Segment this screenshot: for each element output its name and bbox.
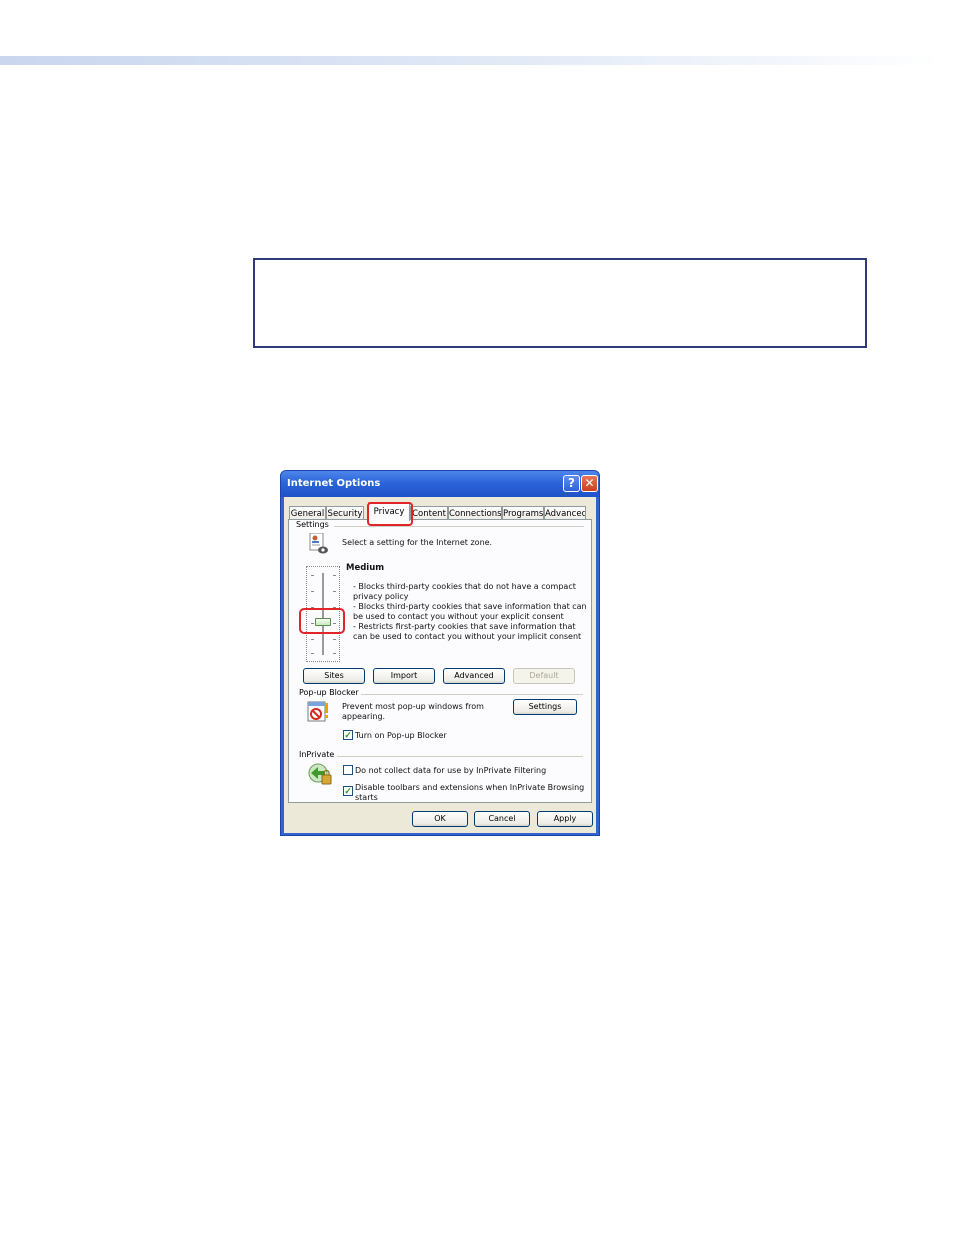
ok-button[interactable]: OK xyxy=(412,811,468,827)
tab-advanced[interactable]: Advanced xyxy=(544,506,586,520)
popup-blocker-label: Turn on Pop-up Blocker xyxy=(355,731,447,740)
header-gradient-band xyxy=(0,56,940,65)
privacy-certificate-icon xyxy=(309,532,329,555)
popup-group-label: Pop-up Blocker xyxy=(299,688,359,697)
tab-connections[interactable]: Connections xyxy=(448,506,502,520)
privacy-description: - Blocks third-party cookies that do not… xyxy=(353,582,587,642)
disable-toolbars-checkbox[interactable]: ✓ xyxy=(343,786,353,796)
inprivate-icon xyxy=(307,762,333,786)
inprivate-filtering-label: Do not collect data for use by InPrivate… xyxy=(355,766,547,775)
cancel-button[interactable]: Cancel xyxy=(474,811,530,827)
tab-general[interactable]: General xyxy=(289,506,326,520)
title-bar[interactable]: Internet Options ? ✕ xyxy=(281,471,599,497)
disable-toolbars-label: Disable toolbars and extensions when InP… xyxy=(355,783,584,803)
popup-settings-button[interactable]: Settings xyxy=(513,699,577,715)
privacy-tab-highlight xyxy=(367,502,413,526)
inprivate-group-label: InPrivate xyxy=(299,750,335,759)
desc-line: be used to contact you without your expl… xyxy=(353,612,564,621)
import-button[interactable]: Import xyxy=(373,668,435,684)
slider-tick xyxy=(333,591,336,592)
slider-tick xyxy=(333,575,336,576)
popup-description: Prevent most pop-up windows from appeari… xyxy=(342,702,484,722)
settings-group-line xyxy=(334,526,584,527)
apply-button[interactable]: Apply xyxy=(537,811,593,827)
help-button[interactable]: ? xyxy=(563,475,580,492)
internet-options-dialog: Internet Options ? ✕ General Security Pr… xyxy=(280,470,600,836)
privacy-panel: Settings Select a setting for the Intern… xyxy=(288,519,592,803)
inprivate-filtering-checkbox[interactable] xyxy=(343,765,353,775)
desc-line: appearing. xyxy=(342,712,386,721)
default-button[interactable]: Default xyxy=(513,668,575,684)
desc-line: can be used to contact you without your … xyxy=(353,632,582,641)
note-box xyxy=(253,258,867,348)
slider-thumb-highlight xyxy=(299,608,345,634)
privacy-level-title: Medium xyxy=(346,563,385,573)
inprivate-group-line xyxy=(337,756,583,757)
tab-content[interactable]: Content xyxy=(410,506,448,520)
desc-line: - Blocks third-party cookies that do not… xyxy=(353,582,576,591)
slider-tick xyxy=(311,575,314,576)
desc-line: - Restricts first-party cookies that sav… xyxy=(353,622,576,631)
slider-tick xyxy=(333,653,336,654)
desc-line: starts xyxy=(355,793,378,802)
tab-programs[interactable]: Programs xyxy=(502,506,544,520)
sites-button[interactable]: Sites xyxy=(303,668,365,684)
advanced-button[interactable]: Advanced xyxy=(443,668,505,684)
close-button[interactable]: ✕ xyxy=(581,475,598,492)
dialog-client: General Security Privacy Content Connect… xyxy=(284,497,596,833)
desc-line: - Blocks third-party cookies that save i… xyxy=(353,602,587,611)
desc-line: Prevent most pop-up windows from xyxy=(342,702,484,711)
slider-tick xyxy=(311,591,314,592)
slider-tick xyxy=(333,639,336,640)
slider-tick xyxy=(311,639,314,640)
popup-group-line xyxy=(361,694,583,695)
settings-group-label: Settings xyxy=(296,520,329,529)
desc-line: Disable toolbars and extensions when InP… xyxy=(355,783,585,792)
dialog-title: Internet Options xyxy=(287,478,381,489)
slider-tick xyxy=(311,653,314,654)
zone-instruction: Select a setting for the Internet zone. xyxy=(342,538,493,547)
desc-line: privacy policy xyxy=(353,592,409,601)
popup-blocker-icon xyxy=(307,701,329,723)
popup-blocker-checkbox[interactable]: ✓ xyxy=(343,730,353,740)
tab-security[interactable]: Security xyxy=(326,506,364,520)
